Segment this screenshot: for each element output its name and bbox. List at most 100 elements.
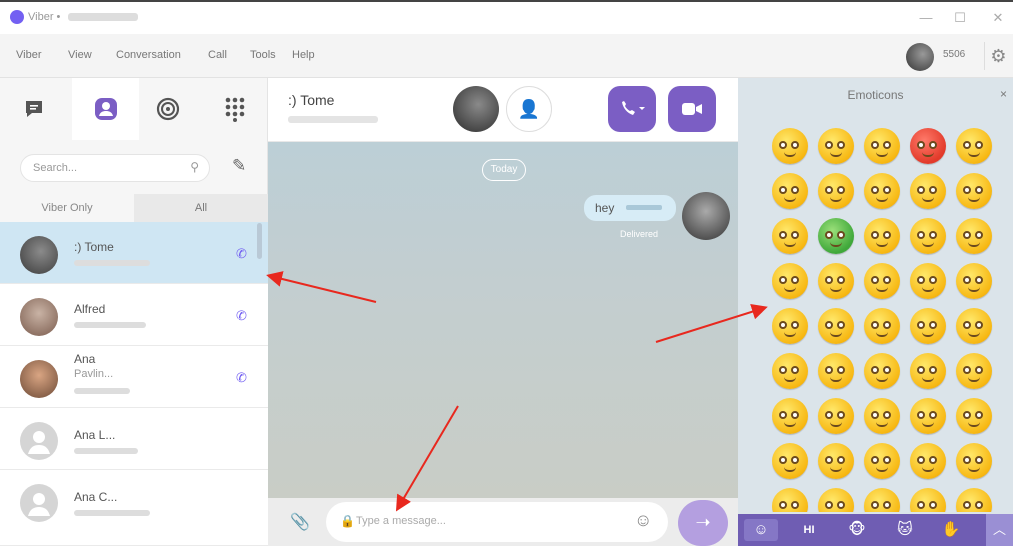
emoticon[interactable] <box>956 488 992 512</box>
emoticon[interactable] <box>864 398 900 434</box>
menu-help[interactable]: Help <box>292 49 315 61</box>
emoticon[interactable] <box>956 173 992 209</box>
contacts-scrollbar[interactable] <box>257 223 262 259</box>
emoticon[interactable] <box>772 488 808 512</box>
viber-call-icon[interactable]: ✆ <box>236 308 247 324</box>
contact-number-blurred <box>74 322 146 328</box>
attachment-icon[interactable]: 📎 <box>290 512 310 532</box>
emoticon[interactable] <box>864 308 900 344</box>
emoticon[interactable] <box>772 218 808 254</box>
window-title-blurred <box>68 13 138 21</box>
emoticon[interactable] <box>864 173 900 209</box>
tab-chats[interactable] <box>0 78 67 140</box>
emoticon[interactable] <box>864 353 900 389</box>
close-button[interactable]: ✕ <box>984 8 1012 28</box>
emoticon[interactable] <box>910 308 946 344</box>
emoticon[interactable] <box>910 353 946 389</box>
emoticon[interactable] <box>818 173 854 209</box>
emoticon[interactable] <box>956 128 992 164</box>
emoticon[interactable] <box>956 308 992 344</box>
video-call-button[interactable] <box>668 86 716 132</box>
emoticon[interactable] <box>910 488 946 512</box>
filter-all[interactable]: All <box>134 194 268 222</box>
message-input[interactable]: 🔒 Type a message... ☺ <box>326 502 668 542</box>
chat-contact-avatar[interactable] <box>453 86 499 132</box>
emoticon[interactable] <box>910 443 946 479</box>
menu-call[interactable]: Call <box>208 49 227 61</box>
tab-contacts[interactable] <box>72 78 139 140</box>
emoticon[interactable] <box>956 398 992 434</box>
emoticon[interactable] <box>956 353 992 389</box>
emoticon[interactable] <box>772 263 808 299</box>
emoticon[interactable] <box>864 128 900 164</box>
emoticon[interactable] <box>818 353 854 389</box>
category-cat-icon[interactable]: 🐱 <box>888 519 922 541</box>
scroll-up-chevron-icon[interactable]: ︿ <box>986 514 1013 546</box>
contact-row[interactable]: Ana L... <box>0 408 268 470</box>
my-avatar <box>682 192 730 240</box>
emoticon-panel-close-icon[interactable]: × <box>1000 87 1007 101</box>
maximize-button[interactable]: ☐ <box>946 8 974 28</box>
emoticon[interactable] <box>772 173 808 209</box>
menu-viber[interactable]: Viber <box>16 49 41 61</box>
account-avatar[interactable] <box>906 43 934 71</box>
viber-logo-icon <box>10 10 24 24</box>
contact-row[interactable]: :) Tome ✆ <box>0 222 268 284</box>
emoticon-toggle-icon[interactable]: ☺ <box>634 510 652 531</box>
contact-row[interactable]: Alfred ✆ <box>0 284 268 346</box>
emoticon[interactable] <box>818 263 854 299</box>
compose-icon[interactable]: ✎ <box>232 156 254 178</box>
emoticon[interactable] <box>772 443 808 479</box>
chat-contact-number-blurred <box>288 116 378 123</box>
search-input[interactable]: Search... ⚲ <box>20 154 210 182</box>
emoticon[interactable] <box>956 443 992 479</box>
viber-call-icon[interactable]: ✆ <box>236 246 247 262</box>
emoticon[interactable] <box>956 263 992 299</box>
emoticon[interactable] <box>818 398 854 434</box>
emoticon[interactable] <box>772 308 808 344</box>
category-hi-icon[interactable]: HI <box>792 519 826 541</box>
filter-viber-only[interactable]: Viber Only <box>0 194 134 222</box>
emoticon[interactable] <box>910 398 946 434</box>
voice-call-button[interactable] <box>608 86 656 132</box>
menu-conversation[interactable]: Conversation <box>116 49 181 61</box>
emoticon[interactable] <box>864 443 900 479</box>
send-button[interactable]: ➝ <box>678 500 728 546</box>
emoticon[interactable] <box>864 218 900 254</box>
emoticon[interactable] <box>910 218 946 254</box>
emoticon[interactable] <box>910 173 946 209</box>
contact-row[interactable]: Ana Pavlin... ✆ <box>0 346 268 408</box>
contact-row[interactable]: Ana C... <box>0 470 268 546</box>
emoticon[interactable] <box>910 263 946 299</box>
contact-number-blurred <box>74 510 150 516</box>
category-smile-icon[interactable]: ☺ <box>744 519 778 541</box>
emoticon[interactable] <box>772 128 808 164</box>
settings-gear-icon[interactable]: ⚙ <box>984 42 1012 70</box>
dialpad-icon <box>225 97 244 122</box>
menu-view[interactable]: View <box>68 49 92 61</box>
emoticon[interactable] <box>772 398 808 434</box>
emoticon[interactable] <box>956 218 992 254</box>
category-animals-icon[interactable]: 🐵 <box>840 519 874 541</box>
minimize-button[interactable]: — <box>912 8 940 28</box>
emoticon[interactable] <box>864 488 900 512</box>
emoticon[interactable] <box>818 218 854 254</box>
emoticon[interactable] <box>818 488 854 512</box>
emoticon[interactable] <box>864 263 900 299</box>
emoticon[interactable] <box>772 353 808 389</box>
account-name[interactable]: 5506 <box>943 49 965 60</box>
emoticon[interactable] <box>910 128 946 164</box>
tab-dialpad[interactable] <box>201 78 268 140</box>
category-hand-icon[interactable]: ✋ <box>934 519 968 541</box>
contact-name: Ana L... <box>74 428 116 442</box>
lock-icon: 🔒 <box>340 514 355 528</box>
viber-window: Viber • — ☐ ✕ Viber View Conversation Ca… <box>0 0 1013 546</box>
emoticon[interactable] <box>818 443 854 479</box>
menu-tools[interactable]: Tools <box>250 49 276 61</box>
message-bubble[interactable]: hey <box>584 195 676 221</box>
viber-call-icon[interactable]: ✆ <box>236 370 247 386</box>
emoticon[interactable] <box>818 308 854 344</box>
tab-stickers[interactable] <box>134 78 201 140</box>
emoticon[interactable] <box>818 128 854 164</box>
add-participant-icon[interactable]: 👤 <box>506 86 552 132</box>
